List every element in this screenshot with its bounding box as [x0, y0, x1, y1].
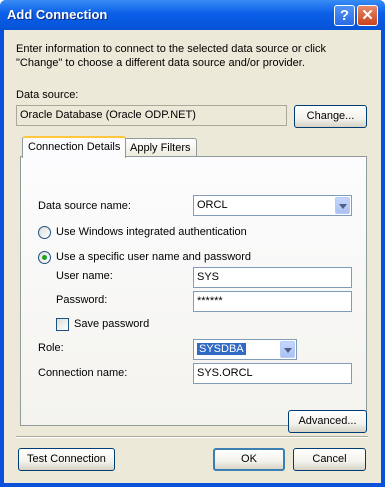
chevron-down-icon[interactable]: [280, 341, 295, 358]
username-label: User name:: [56, 270, 113, 282]
close-icon[interactable]: ✕: [357, 5, 378, 26]
auth-specific-radio[interactable]: [38, 251, 51, 264]
password-label: Password:: [56, 294, 108, 306]
auth-windows-label[interactable]: Use Windows integrated authentication: [56, 226, 247, 238]
divider: [16, 436, 368, 438]
ok-button[interactable]: OK: [213, 448, 285, 471]
data-source-name-select[interactable]: ORCL: [193, 195, 352, 216]
data-source-label: Data source:: [16, 89, 79, 101]
data-source-name-label: Data source name:: [38, 200, 131, 212]
tab-apply-filters[interactable]: Apply Filters: [124, 138, 197, 158]
save-password-label[interactable]: Save password: [74, 318, 149, 330]
data-source-field[interactable]: Oracle Database (Oracle ODP.NET): [16, 105, 287, 126]
intro-line-1: Enter information to connect to the sele…: [16, 43, 326, 55]
role-label: Role:: [38, 342, 64, 354]
role-select[interactable]: SYSDBA: [193, 339, 297, 360]
data-source-name-value: ORCL: [197, 199, 228, 211]
save-password-checkbox[interactable]: [56, 318, 69, 331]
chevron-down-icon[interactable]: [335, 197, 350, 214]
connection-name-field[interactable]: SYS.ORCL: [193, 363, 352, 384]
tab-connection-details[interactable]: Connection Details: [22, 136, 127, 158]
connection-details-panel: Data source name: ORCL Use Windows integ…: [20, 156, 367, 426]
dialog-title: Add Connection: [7, 7, 108, 22]
intro-line-2: "Change" to choose a different data sour…: [16, 57, 305, 69]
dialog-body: Enter information to connect to the sele…: [4, 30, 381, 483]
auth-specific-label[interactable]: Use a specific user name and password: [56, 251, 251, 263]
role-value: SYSDBA: [197, 343, 246, 355]
title-bar[interactable]: Add Connection ? ✕: [0, 0, 385, 30]
username-field[interactable]: SYS: [193, 267, 352, 288]
cancel-button[interactable]: Cancel: [293, 448, 366, 471]
change-button[interactable]: Change...: [294, 105, 367, 128]
password-field[interactable]: ******: [193, 291, 352, 312]
add-connection-dialog: Add Connection ? ✕ Enter information to …: [0, 0, 385, 487]
connection-name-label: Connection name:: [38, 367, 128, 379]
auth-windows-radio[interactable]: [38, 226, 51, 239]
test-connection-button[interactable]: Test Connection: [18, 448, 115, 471]
advanced-button[interactable]: Advanced...: [288, 410, 367, 433]
help-icon[interactable]: ?: [334, 5, 355, 26]
